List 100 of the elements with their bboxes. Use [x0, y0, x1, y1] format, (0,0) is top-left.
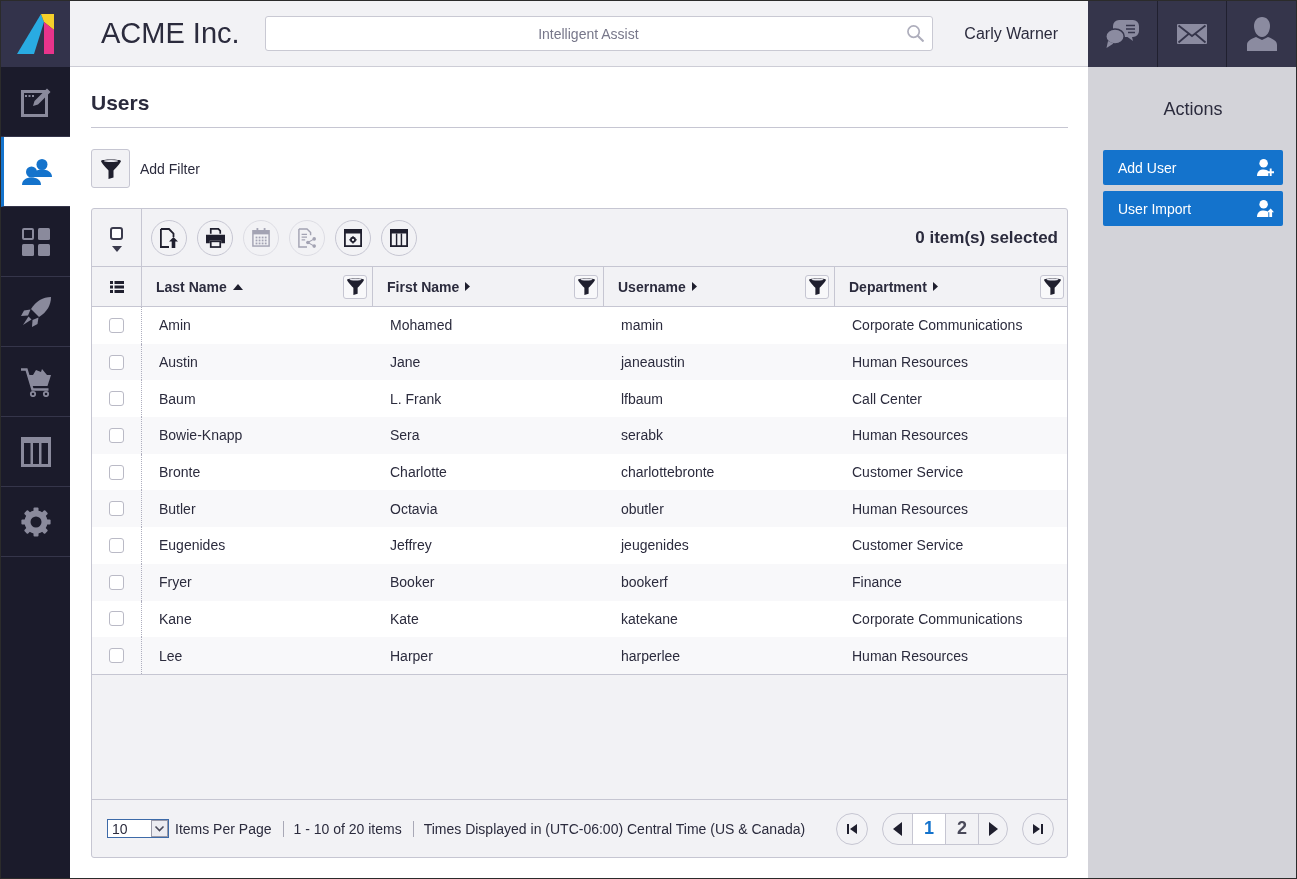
column-header[interactable]: Username [618, 278, 686, 295]
toolbar-button[interactable] [335, 219, 371, 256]
filter-icon [808, 278, 826, 295]
table-cell: jeugenides [621, 537, 689, 554]
row-checkbox[interactable] [109, 427, 124, 443]
table-cell: L. Frank [390, 390, 442, 407]
chat-bubbles-icon [1105, 20, 1140, 48]
table-cell: janeaustin [621, 354, 685, 371]
column-filter-button[interactable] [343, 274, 367, 299]
row-checkbox[interactable] [109, 391, 124, 407]
table-cell: Jeffrey [390, 537, 432, 554]
filter-icon [1043, 278, 1061, 295]
column-filter-button[interactable] [574, 274, 598, 299]
nav-item[interactable] [1, 137, 70, 207]
printer-icon [205, 227, 225, 248]
header-button[interactable] [1157, 1, 1227, 67]
table-icon [20, 436, 51, 467]
column-filter-button[interactable] [1040, 274, 1064, 299]
page-title: Users [91, 90, 150, 115]
row-checkbox[interactable] [109, 537, 124, 553]
header-button[interactable] [1088, 1, 1157, 67]
row-checkbox[interactable] [109, 464, 124, 480]
caret-right-icon [988, 821, 998, 836]
table-cell: Fryer [159, 574, 192, 591]
table-cell: Austin [159, 354, 198, 371]
table-cell: Finance [852, 574, 902, 591]
table-cell: Human Resources [852, 500, 968, 517]
table-cell: Jane [390, 354, 421, 371]
page-button[interactable]: 1 [912, 813, 945, 844]
toolbar-button[interactable] [197, 219, 233, 256]
table-cell: charlottebronte [621, 464, 715, 481]
page-size-select[interactable]: 10 [107, 819, 169, 838]
column-filter-button[interactable] [805, 274, 829, 299]
skip-end-icon [1033, 823, 1043, 834]
table-cell: Bronte [159, 464, 201, 481]
caret-down-icon[interactable] [111, 246, 122, 252]
add-filter-label[interactable]: Add Filter [140, 160, 200, 177]
user-name[interactable]: Carly Warner [964, 24, 1058, 43]
table-cell: Harper [390, 647, 433, 664]
filter-icon [346, 278, 364, 295]
table-cell: harperlee [621, 647, 681, 664]
items-per-page-label: Items Per Page [175, 820, 272, 837]
add-filter-button[interactable] [91, 149, 130, 188]
column-header[interactable]: Last Name [156, 278, 227, 295]
search-field[interactable]: Intelligent Assist [265, 16, 934, 51]
page-button[interactable]: 2 [945, 813, 978, 844]
table-cell: Call Center [852, 390, 923, 407]
person-icon [1246, 17, 1277, 51]
table-cell: Bowie-Knapp [159, 427, 243, 444]
table-cell: serabk [621, 427, 664, 444]
users-icon [22, 158, 52, 185]
table-cell: Lee [159, 647, 183, 664]
column-header[interactable]: First Name [387, 278, 460, 295]
table-cell: Octavia [390, 500, 438, 517]
selection-count: 0 item(s) selected [915, 227, 1058, 248]
table-cell: Baum [159, 390, 196, 407]
user-plus-icon [1257, 159, 1274, 176]
document-arrow-icon [160, 227, 178, 248]
chevron-down-icon [151, 820, 168, 837]
table-cell: katekane [621, 610, 678, 627]
row-checkbox[interactable] [109, 611, 124, 627]
table-cell: Butler [159, 500, 196, 517]
cart-icon [20, 366, 51, 397]
column-header[interactable]: Department [849, 278, 927, 295]
logo [17, 14, 54, 54]
table-cell: Customer Service [852, 464, 964, 481]
row-checkbox[interactable] [109, 317, 124, 333]
table-cell: Mohamed [390, 317, 453, 334]
item-range-text: 1 - 10 of 20 items [293, 820, 402, 837]
table-cell: Human Resources [852, 427, 968, 444]
row-checkbox[interactable] [109, 574, 124, 590]
timezone-text: Times Displayed in (UTC-06:00) Central Time (US & Canada) [423, 820, 806, 837]
table-cell: Customer Service [852, 537, 964, 554]
table-cell: Eugenides [159, 537, 226, 554]
action-button[interactable]: User Import [1103, 191, 1283, 226]
header-button[interactable] [1227, 1, 1296, 67]
action-button[interactable]: Add User [1103, 150, 1283, 185]
toolbar-button[interactable] [151, 219, 187, 256]
table-cell: mamin [621, 317, 663, 334]
brand-name: ACME Inc. [101, 17, 240, 50]
actions-title: Actions [1162, 99, 1224, 120]
table-cell: Human Resources [852, 647, 968, 664]
table-cell: lfbaum [621, 390, 664, 407]
skip-start-icon [847, 823, 857, 834]
gear-icon [20, 506, 51, 537]
last-page-button[interactable] [1022, 812, 1054, 845]
grid-icon [21, 227, 50, 256]
row-checkbox[interactable] [109, 501, 124, 517]
toolbar-button[interactable] [381, 219, 417, 256]
envelope-icon [1177, 24, 1207, 44]
row-checkbox[interactable] [109, 354, 124, 370]
select-all-checkbox[interactable] [110, 227, 123, 240]
list-icon[interactable] [109, 280, 124, 293]
calendar-icon [252, 228, 270, 247]
table-cell: Kane [159, 610, 192, 627]
row-checkbox[interactable] [109, 648, 124, 664]
first-page-button[interactable] [836, 812, 868, 845]
table-cell: Booker [390, 574, 435, 591]
filter-icon [100, 158, 121, 179]
table-cell: Corporate Communications [852, 317, 1023, 334]
